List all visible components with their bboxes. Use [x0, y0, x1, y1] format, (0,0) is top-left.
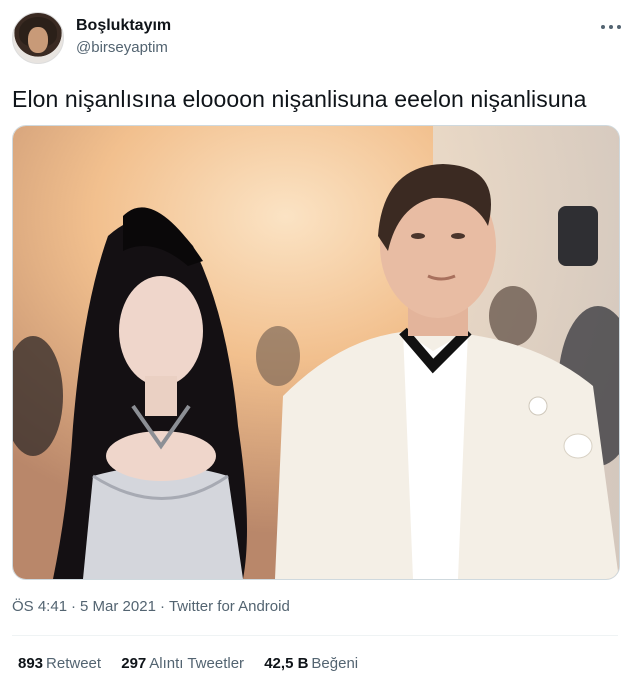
retweets-count: 893 [18, 655, 44, 672]
divider [12, 635, 618, 636]
author-handle[interactable]: @birseyaptim [76, 39, 168, 56]
quotes-label: Alıntı Tweetler [149, 655, 245, 672]
meta-separator: · [71, 598, 77, 615]
quotes-stat[interactable]: 297 Alıntı Tweetler [121, 655, 244, 672]
tweet-meta: ÖS 4:41 · 5 Mar 2021 · Twitter for Android [12, 598, 290, 615]
tweet-header: Boşluktayım @birseyaptim [12, 10, 623, 66]
meta-separator: · [159, 598, 165, 615]
author-name[interactable]: Boşluktayım [76, 17, 171, 35]
likes-count: 42,5 B [264, 655, 309, 672]
photo-illustration [13, 126, 619, 579]
tweet-photo[interactable] [12, 125, 620, 580]
tweet-time[interactable]: ÖS 4:41 [12, 598, 67, 615]
quotes-count: 297 [121, 655, 147, 672]
tweet-stats: 893 Retweet 297 Alıntı Tweetler 42,5 B Beğe… [18, 655, 374, 672]
tweet-text: Elon nişanlısına eloooon nişanlisuna eee… [12, 86, 587, 112]
tweet-source[interactable]: Twitter for Android [169, 598, 290, 615]
likes-stat[interactable]: 42,5 B Beğeni [264, 655, 358, 672]
avatar[interactable] [12, 12, 64, 64]
retweets-stat[interactable]: 893 Retweet [18, 655, 101, 672]
tweet-date[interactable]: 5 Mar 2021 [80, 598, 156, 615]
likes-label: Beğeni [311, 655, 359, 672]
retweets-label: Retweet [46, 655, 102, 672]
more-options-icon[interactable] [599, 18, 623, 36]
